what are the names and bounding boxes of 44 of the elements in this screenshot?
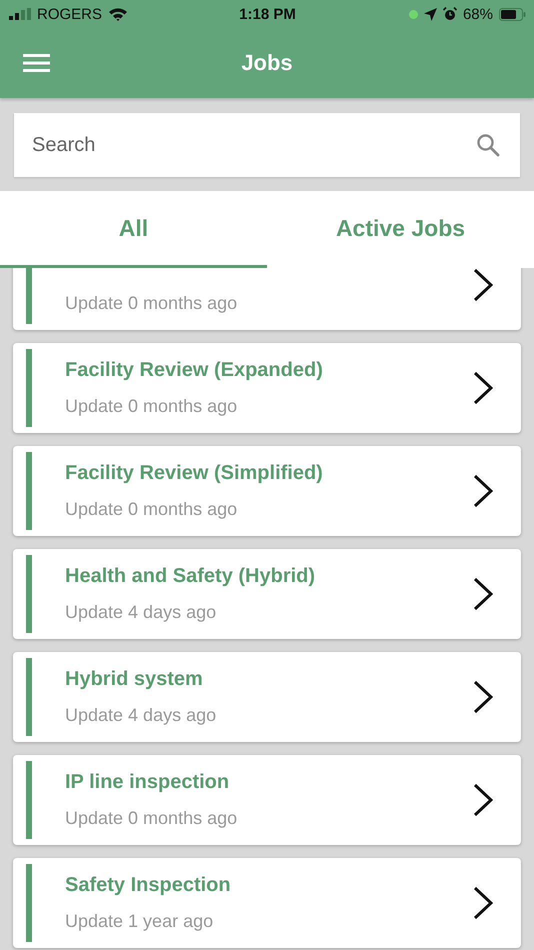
job-card[interactable]: IP line inspection Update 0 months ago xyxy=(13,755,521,845)
job-card[interactable]: Hybrid system Update 4 days ago xyxy=(13,652,521,742)
search-icon xyxy=(476,133,500,157)
job-title: Health and Safety (Hybrid) xyxy=(65,565,316,588)
chevron-right-icon xyxy=(473,783,493,817)
job-updated: Update 4 days ago xyxy=(65,705,218,726)
battery-percent: 68% xyxy=(462,6,493,22)
location-arrow-icon xyxy=(424,8,437,20)
job-card[interactable]: Safety Inspection Update 1 year ago xyxy=(13,858,521,948)
status-time: 1:18 PM xyxy=(239,6,296,22)
job-updated: Update 0 months ago xyxy=(65,808,238,829)
job-updated: Update 0 months ago xyxy=(65,499,238,520)
chevron-right-icon xyxy=(473,577,493,611)
chevron-right-icon xyxy=(473,268,493,302)
job-title: IP line inspection xyxy=(65,771,230,794)
menu-icon xyxy=(23,54,50,72)
menu-button[interactable] xyxy=(23,54,50,72)
job-title: Facility Review (Simplified) xyxy=(65,462,324,485)
job-card[interactable]: Update 0 months ago xyxy=(13,268,521,330)
job-updated: Update 4 days ago xyxy=(65,602,218,623)
carrier-name: ROGERS xyxy=(37,6,102,22)
job-title: Facility Review (Expanded) xyxy=(65,359,324,382)
page-title: Jobs xyxy=(241,50,293,76)
job-updated: Update 0 months ago xyxy=(65,293,238,314)
accent-bar xyxy=(26,268,32,324)
signal-icon xyxy=(9,8,31,20)
job-card[interactable]: Facility Review (Simplified) Update 0 months ago xyxy=(13,446,521,536)
job-card[interactable]: Facility Review (Expanded) Update 0 months ago xyxy=(13,343,521,433)
chevron-right-icon xyxy=(473,680,493,714)
search-field[interactable]: Search xyxy=(14,113,520,177)
chevron-right-icon xyxy=(473,474,493,508)
search-input[interactable]: Search xyxy=(32,134,476,156)
chevron-right-icon xyxy=(473,886,493,920)
tab[interactable]: Active Jobs xyxy=(267,191,534,268)
wifi-icon xyxy=(108,7,128,21)
alarm-clock-icon xyxy=(442,7,457,21)
job-title: Hybrid system xyxy=(65,668,204,691)
dot-icon xyxy=(408,10,418,18)
job-updated: Update 0 months ago xyxy=(65,396,238,417)
job-card[interactable]: Health and Safety (Hybrid) Update 4 days ago xyxy=(13,549,521,639)
battery-icon xyxy=(498,8,526,20)
job-title: Safety Inspection xyxy=(65,874,232,897)
job-updated: Update 1 year ago xyxy=(65,911,214,932)
chevron-right-icon xyxy=(473,371,493,405)
